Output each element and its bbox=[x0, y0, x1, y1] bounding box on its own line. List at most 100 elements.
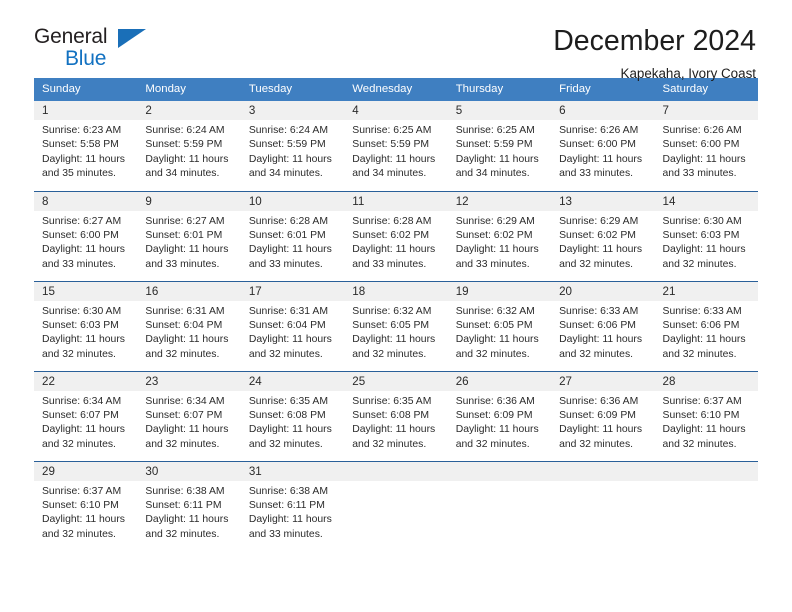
sunset-text: Sunset: 6:06 PM bbox=[559, 319, 636, 331]
day-details: Sunrise: 6:33 AM Sunset: 6:06 PM Daylight:… bbox=[551, 301, 654, 363]
day-number: 9 bbox=[137, 191, 241, 211]
day-number: 5 bbox=[447, 101, 552, 120]
day-number: 22 bbox=[34, 371, 138, 391]
calendar-day-cell[interactable]: 22 Sunrise: 6:34 AM Sunset: 6:07 PM Dayligh… bbox=[34, 370, 138, 461]
daylight-text: Daylight: 11 hours and 34 minutes. bbox=[248, 153, 332, 180]
sunrise-text: Sunrise: 6:34 AM bbox=[42, 395, 122, 407]
daylight-text: Daylight: 11 hours and 33 minutes. bbox=[662, 153, 746, 180]
calendar-day-cell[interactable]: 30 Sunrise: 6:38 AM Sunset: 6:11 PM Dayligh… bbox=[137, 460, 241, 551]
weekday-header-sunday: Sunday bbox=[34, 78, 138, 101]
daylight-text: Daylight: 11 hours and 32 minutes. bbox=[662, 334, 746, 360]
sunrise-text: Sunrise: 6:29 AM bbox=[559, 215, 639, 227]
sunrise-text: Sunrise: 6:24 AM bbox=[145, 125, 225, 136]
weekday-header-monday: Monday bbox=[137, 78, 241, 101]
calendar-day-cell[interactable]: 10 Sunrise: 6:28 AM Sunset: 6:01 PM Dayligh… bbox=[240, 190, 345, 281]
sunset-text: Sunset: 6:08 PM bbox=[352, 409, 430, 421]
daylight-text: Daylight: 11 hours and 33 minutes. bbox=[145, 244, 229, 270]
sunrise-text: Sunrise: 6:30 AM bbox=[42, 305, 122, 317]
sunset-text: Sunset: 5:59 PM bbox=[455, 139, 533, 151]
calendar-week-row: 22 Sunrise: 6:34 AM Sunset: 6:07 PM Dayligh… bbox=[34, 370, 758, 461]
sunrise-text: Sunrise: 6:36 AM bbox=[455, 395, 535, 407]
day-details: Sunrise: 6:37 AM Sunset: 6:10 PM Daylight:… bbox=[34, 481, 137, 543]
day-details: Sunrise: 6:31 AM Sunset: 6:04 PM Daylight:… bbox=[241, 301, 344, 363]
daylight-text: Daylight: 11 hours and 32 minutes. bbox=[662, 244, 746, 270]
calendar-day-cell[interactable]: 2 Sunrise: 6:24 AM Sunset: 5:59 PM Daylight… bbox=[137, 101, 241, 191]
day-details: Sunrise: 6:24 AM Sunset: 5:59 PM Daylight:… bbox=[241, 120, 344, 182]
calendar-day-cell[interactable]: 21 Sunrise: 6:33 AM Sunset: 6:06 PM Dayligh… bbox=[654, 280, 758, 371]
calendar-day-cell[interactable]: 24 Sunrise: 6:35 AM Sunset: 6:08 PM Dayligh… bbox=[240, 370, 345, 461]
logo-text-blue: Blue bbox=[65, 47, 107, 70]
sunset-text: Sunset: 6:04 PM bbox=[248, 319, 326, 331]
sunset-text: Sunset: 5:59 PM bbox=[248, 139, 326, 151]
sunrise-text: Sunrise: 6:38 AM bbox=[248, 485, 328, 497]
daylight-text: Daylight: 11 hours and 32 minutes. bbox=[145, 514, 229, 540]
sunset-text: Sunset: 6:02 PM bbox=[559, 229, 636, 241]
sunrise-text: Sunrise: 6:32 AM bbox=[352, 305, 432, 317]
calendar-day-cell[interactable]: 1 Sunrise: 6:23 AM Sunset: 5:58 PM Daylight… bbox=[34, 101, 138, 191]
calendar-day-cell[interactable]: 4 Sunrise: 6:25 AM Sunset: 5:59 PM Daylight… bbox=[344, 101, 448, 191]
day-number: 2 bbox=[137, 101, 241, 120]
sunrise-text: Sunrise: 6:25 AM bbox=[352, 125, 432, 136]
day-number: 4 bbox=[344, 101, 448, 120]
calendar-day-cell[interactable]: 19 Sunrise: 6:32 AM Sunset: 6:05 PM Dayligh… bbox=[447, 280, 552, 371]
day-number: 29 bbox=[34, 461, 138, 481]
day-details: Sunrise: 6:37 AM Sunset: 6:10 PM Daylight:… bbox=[655, 391, 758, 453]
day-details: Sunrise: 6:28 AM Sunset: 6:01 PM Daylight:… bbox=[241, 211, 344, 273]
daylight-text: Daylight: 11 hours and 34 minutes. bbox=[145, 153, 229, 180]
calendar-day-cell[interactable]: 13 Sunrise: 6:29 AM Sunset: 6:02 PM Dayligh… bbox=[551, 190, 655, 281]
calendar-day-cell[interactable]: 23 Sunrise: 6:34 AM Sunset: 6:07 PM Dayligh… bbox=[137, 370, 241, 461]
sunrise-text: Sunrise: 6:26 AM bbox=[662, 125, 742, 136]
day-number: 8 bbox=[34, 191, 138, 211]
generalblue-logo[interactable]: General Blue bbox=[34, 26, 164, 78]
sunrise-text: Sunrise: 6:27 AM bbox=[42, 215, 122, 227]
calendar-day-cell[interactable]: 8 Sunrise: 6:27 AM Sunset: 6:00 PM Daylight… bbox=[34, 190, 138, 281]
day-details: Sunrise: 6:34 AM Sunset: 6:07 PM Daylight:… bbox=[34, 391, 137, 453]
day-details: Sunrise: 6:29 AM Sunset: 6:02 PM Daylight:… bbox=[551, 211, 654, 273]
calendar-day-cell[interactable]: 7 Sunrise: 6:26 AM Sunset: 6:00 PM Daylight… bbox=[654, 101, 758, 191]
calendar-day-cell[interactable]: 15 Sunrise: 6:30 AM Sunset: 6:03 PM Dayligh… bbox=[34, 280, 138, 371]
sunset-text: Sunset: 6:03 PM bbox=[662, 229, 740, 241]
sunrise-text: Sunrise: 6:24 AM bbox=[248, 125, 328, 136]
calendar-day-cell[interactable]: 6 Sunrise: 6:26 AM Sunset: 6:00 PM Daylight… bbox=[551, 101, 655, 191]
calendar-day-cell[interactable]: 28 Sunrise: 6:37 AM Sunset: 6:10 PM Dayligh… bbox=[654, 370, 758, 461]
sunset-text: Sunset: 6:09 PM bbox=[559, 409, 636, 421]
day-details: Sunrise: 6:36 AM Sunset: 6:09 PM Daylight:… bbox=[448, 391, 551, 453]
calendar-day-cell[interactable]: 12 Sunrise: 6:29 AM Sunset: 6:02 PM Dayligh… bbox=[447, 190, 552, 281]
calendar-day-cell[interactable]: 27 Sunrise: 6:36 AM Sunset: 6:09 PM Dayligh… bbox=[551, 370, 655, 461]
calendar-day-cell[interactable]: 9 Sunrise: 6:27 AM Sunset: 6:01 PM Daylight… bbox=[137, 190, 241, 281]
sunset-text: Sunset: 6:00 PM bbox=[42, 229, 119, 241]
calendar-day-cell[interactable]: 31 Sunrise: 6:38 AM Sunset: 6:11 PM Dayligh… bbox=[240, 460, 345, 551]
calendar-day-cell[interactable]: 11 Sunrise: 6:28 AM Sunset: 6:02 PM Dayligh… bbox=[344, 190, 448, 281]
logo-triangle-icon bbox=[118, 29, 146, 48]
sunrise-text: Sunrise: 6:36 AM bbox=[559, 395, 639, 407]
day-details: Sunrise: 6:35 AM Sunset: 6:08 PM Daylight:… bbox=[344, 391, 447, 453]
page-subtitle: Kapekaha, Ivory Coast bbox=[620, 65, 756, 81]
calendar-day-cell[interactable]: 3 Sunrise: 6:24 AM Sunset: 5:59 PM Daylight… bbox=[240, 101, 345, 191]
day-number: 23 bbox=[137, 371, 241, 391]
calendar-day-cell[interactable]: 5 Sunrise: 6:25 AM Sunset: 5:59 PM Daylight… bbox=[447, 101, 552, 191]
calendar-day-cell[interactable]: 17 Sunrise: 6:31 AM Sunset: 6:04 PM Dayligh… bbox=[240, 280, 345, 371]
calendar-day-cell-empty bbox=[654, 460, 758, 551]
daylight-text: Daylight: 11 hours and 32 minutes. bbox=[42, 424, 125, 450]
calendar-container: Sunday Monday Tuesday Wednesday Thursday… bbox=[0, 78, 792, 551]
calendar-body: 1 Sunrise: 6:23 AM Sunset: 5:58 PM Daylight… bbox=[34, 101, 758, 551]
weekday-header-saturday: Saturday bbox=[654, 78, 758, 101]
daylight-text: Daylight: 11 hours and 34 minutes. bbox=[352, 153, 436, 180]
calendar-day-cell[interactable]: 25 Sunrise: 6:35 AM Sunset: 6:08 PM Dayligh… bbox=[344, 370, 448, 461]
calendar-day-cell[interactable]: 16 Sunrise: 6:31 AM Sunset: 6:04 PM Dayligh… bbox=[137, 280, 241, 371]
sunset-text: Sunset: 6:08 PM bbox=[248, 409, 326, 421]
daylight-text: Daylight: 11 hours and 32 minutes. bbox=[145, 334, 229, 360]
calendar-day-cell[interactable]: 18 Sunrise: 6:32 AM Sunset: 6:05 PM Dayligh… bbox=[344, 280, 448, 371]
sunrise-text: Sunrise: 6:28 AM bbox=[352, 215, 432, 227]
daylight-text: Daylight: 11 hours and 32 minutes. bbox=[559, 334, 643, 360]
day-number: 28 bbox=[654, 371, 758, 391]
calendar-day-cell[interactable]: 20 Sunrise: 6:33 AM Sunset: 6:06 PM Dayligh… bbox=[551, 280, 655, 371]
calendar-week-row: 8 Sunrise: 6:27 AM Sunset: 6:00 PM Daylight… bbox=[34, 190, 758, 281]
day-number: 17 bbox=[240, 281, 345, 301]
calendar-day-cell[interactable]: 26 Sunrise: 6:36 AM Sunset: 6:09 PM Dayligh… bbox=[447, 370, 552, 461]
calendar-day-cell[interactable]: 29 Sunrise: 6:37 AM Sunset: 6:10 PM Dayligh… bbox=[34, 460, 138, 551]
day-details: Sunrise: 6:23 AM Sunset: 5:58 PM Daylight:… bbox=[34, 120, 137, 182]
sunset-text: Sunset: 5:59 PM bbox=[145, 139, 223, 151]
sunrise-text: Sunrise: 6:29 AM bbox=[455, 215, 535, 227]
calendar-day-cell[interactable]: 14 Sunrise: 6:30 AM Sunset: 6:03 PM Dayligh… bbox=[654, 190, 758, 281]
